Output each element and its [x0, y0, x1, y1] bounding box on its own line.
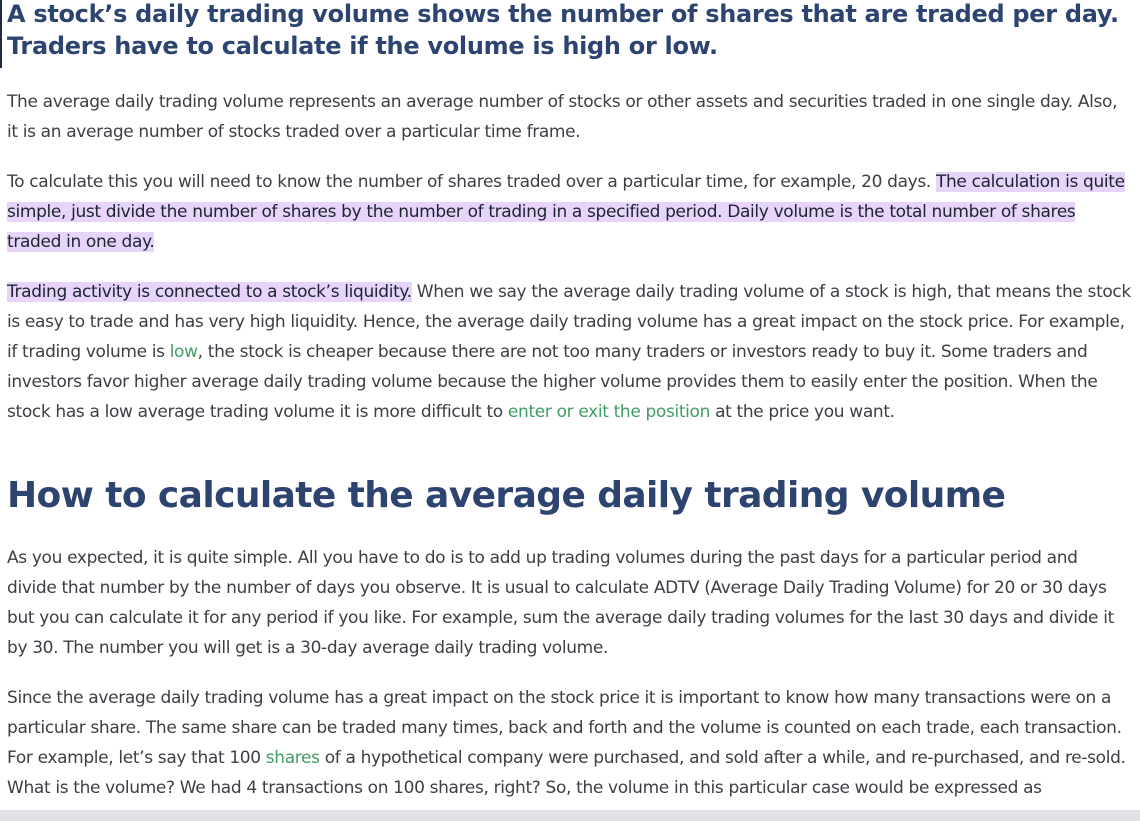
paragraph-text: at the price you want.	[710, 402, 895, 422]
highlighted-text[interactable]: Trading activity is connected to a stock…	[7, 282, 412, 302]
paragraph-average-volume: The average daily trading volume represe…	[7, 92, 1118, 142]
link-shares[interactable]: shares	[266, 748, 320, 768]
link-low[interactable]: low	[170, 342, 198, 362]
paragraph-text: To calculate this you will need to know …	[7, 172, 936, 192]
heading-accent-bar	[0, 0, 2, 68]
link-enter-exit-position[interactable]: enter or exit the position	[508, 402, 710, 422]
section-heading: How to calculate the average daily tradi…	[7, 475, 1006, 516]
paragraph-liquidity: Trading activity is connected to a stock…	[7, 277, 1132, 427]
paragraph-transactions: Since the average daily trading volume h…	[7, 683, 1132, 803]
paragraph-calculation: To calculate this you will need to know …	[7, 167, 1132, 257]
page-bottom-edge	[0, 810, 1140, 821]
article-page: A stock’s daily trading volume shows the…	[0, 0, 1140, 821]
paragraph-how-to-calculate: As you expected, it is quite simple. All…	[7, 548, 1114, 658]
lead-heading: A stock’s daily trading volume shows the…	[7, 0, 1119, 60]
